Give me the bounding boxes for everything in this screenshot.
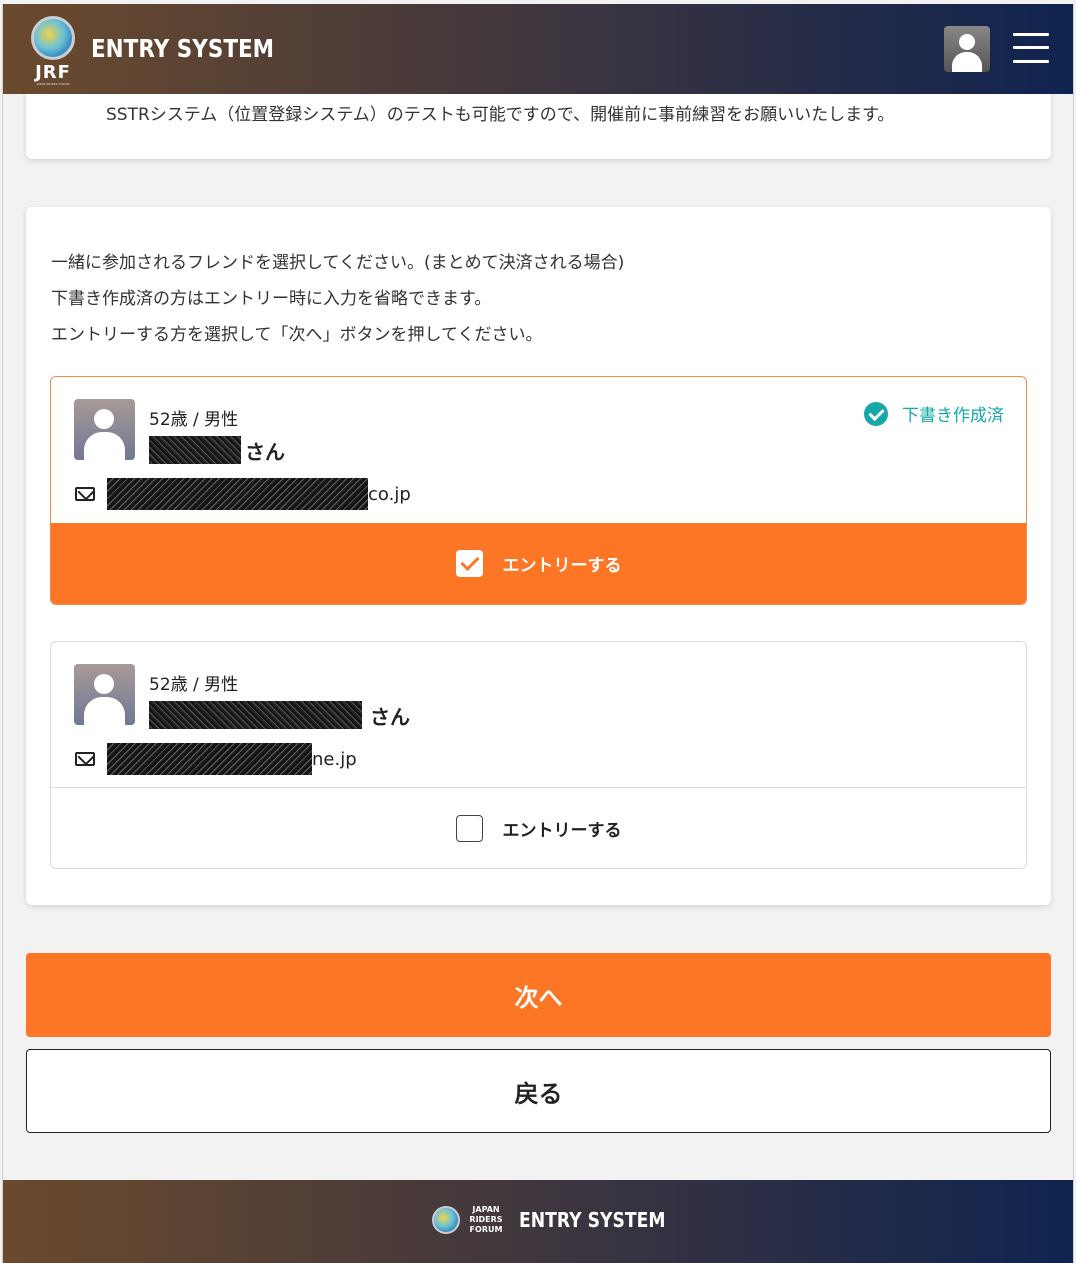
person-icon-body bbox=[84, 432, 125, 460]
footer-jrf-line: FORUM bbox=[469, 1225, 503, 1234]
mail-icon bbox=[75, 487, 95, 501]
menu-icon-line bbox=[1013, 60, 1049, 63]
draft-status-badge: 下書き作成済 bbox=[864, 401, 1004, 426]
page: JRF JAPAN RIDERS FORUM ENTRY SYSTEM SSTR… bbox=[2, 4, 1074, 1263]
menu-icon-line bbox=[1013, 46, 1049, 49]
footer-jrf-text: JAPAN RIDERS FORUM bbox=[465, 1205, 507, 1235]
header: JRF JAPAN RIDERS FORUM ENTRY SYSTEM bbox=[3, 4, 1073, 94]
draft-status-label: 下書き作成済 bbox=[902, 406, 1004, 426]
entry-checkbox[interactable] bbox=[455, 550, 483, 577]
next-button[interactable]: 次へ bbox=[26, 953, 1051, 1037]
hamburger-menu-button[interactable] bbox=[1011, 30, 1051, 66]
brand-title: ENTRY SYSTEM bbox=[91, 34, 275, 63]
footer: JAPAN RIDERS FORUM ENTRY SYSTEM bbox=[3, 1180, 1073, 1263]
instruction-line: 一緒に参加されるフレンドを選択してください。(まとめて決済される場合) bbox=[51, 253, 625, 273]
globe-icon bbox=[31, 16, 75, 60]
entry-checkbox[interactable] bbox=[455, 814, 483, 842]
user-icon bbox=[959, 34, 975, 50]
person-icon bbox=[94, 674, 114, 694]
instruction-line: エントリーする方を選択して「次へ」ボタンを押してください。 bbox=[51, 325, 543, 345]
redacted-email bbox=[107, 478, 368, 510]
avatar bbox=[74, 664, 135, 725]
logo-text: JRF bbox=[35, 62, 71, 83]
name-suffix: さん bbox=[370, 704, 410, 729]
entry-toggle[interactable]: エントリーする bbox=[51, 787, 1026, 868]
member-card[interactable]: 52歳 / 男性 さん co.jp 下書き作成済 エントリーする bbox=[50, 376, 1027, 605]
redacted-name bbox=[149, 436, 241, 464]
member-age-gender: 52歳 / 男性 bbox=[149, 675, 239, 695]
jrf-logo[interactable]: JRF JAPAN RIDERS FORUM bbox=[25, 12, 81, 88]
member-name: さん bbox=[149, 435, 285, 465]
back-button[interactable]: 戻る bbox=[26, 1049, 1051, 1133]
entry-label: エントリーする bbox=[502, 820, 622, 841]
member-email: co.jp bbox=[75, 478, 411, 510]
user-account-button[interactable] bbox=[944, 26, 990, 72]
redacted-email bbox=[107, 743, 312, 775]
entry-toggle[interactable]: エントリーする bbox=[51, 523, 1026, 604]
person-icon-body bbox=[84, 697, 125, 725]
instruction-line: 下書き作成済の方はエントリー時に入力を省略できます。 bbox=[51, 289, 492, 309]
entry-label: エントリーする bbox=[502, 556, 622, 576]
avatar bbox=[74, 399, 135, 460]
globe-icon bbox=[432, 1206, 460, 1234]
member-email: ne.jp bbox=[75, 743, 357, 775]
footer-jrf-line: RIDERS bbox=[469, 1215, 503, 1224]
footer-jrf-line: JAPAN bbox=[472, 1205, 500, 1214]
friend-selection-card: 一緒に参加されるフレンドを選択してください。(まとめて決済される場合) 下書き作… bbox=[26, 207, 1051, 905]
redacted-name bbox=[149, 701, 362, 729]
email-tail: ne.jp bbox=[312, 748, 357, 770]
menu-icon bbox=[1013, 33, 1049, 36]
member-name: さん bbox=[149, 700, 410, 730]
footer-brand: ENTRY SYSTEM bbox=[519, 1208, 666, 1232]
user-icon-body bbox=[952, 52, 982, 72]
name-suffix: さん bbox=[245, 439, 285, 464]
logo-subtext: JAPAN RIDERS FORUM bbox=[36, 82, 70, 86]
check-circle-icon bbox=[864, 401, 888, 426]
mail-icon bbox=[75, 752, 95, 766]
member-card[interactable]: 52歳 / 男性 さん ne.jp エントリーする bbox=[50, 641, 1027, 869]
person-icon bbox=[94, 409, 114, 429]
member-age-gender: 52歳 / 男性 bbox=[149, 410, 239, 430]
notice-text: SSTRシステム（位置登録システム）のテストも可能ですので、開催前に事前練習をお… bbox=[106, 105, 895, 125]
email-tail: co.jp bbox=[368, 483, 411, 505]
